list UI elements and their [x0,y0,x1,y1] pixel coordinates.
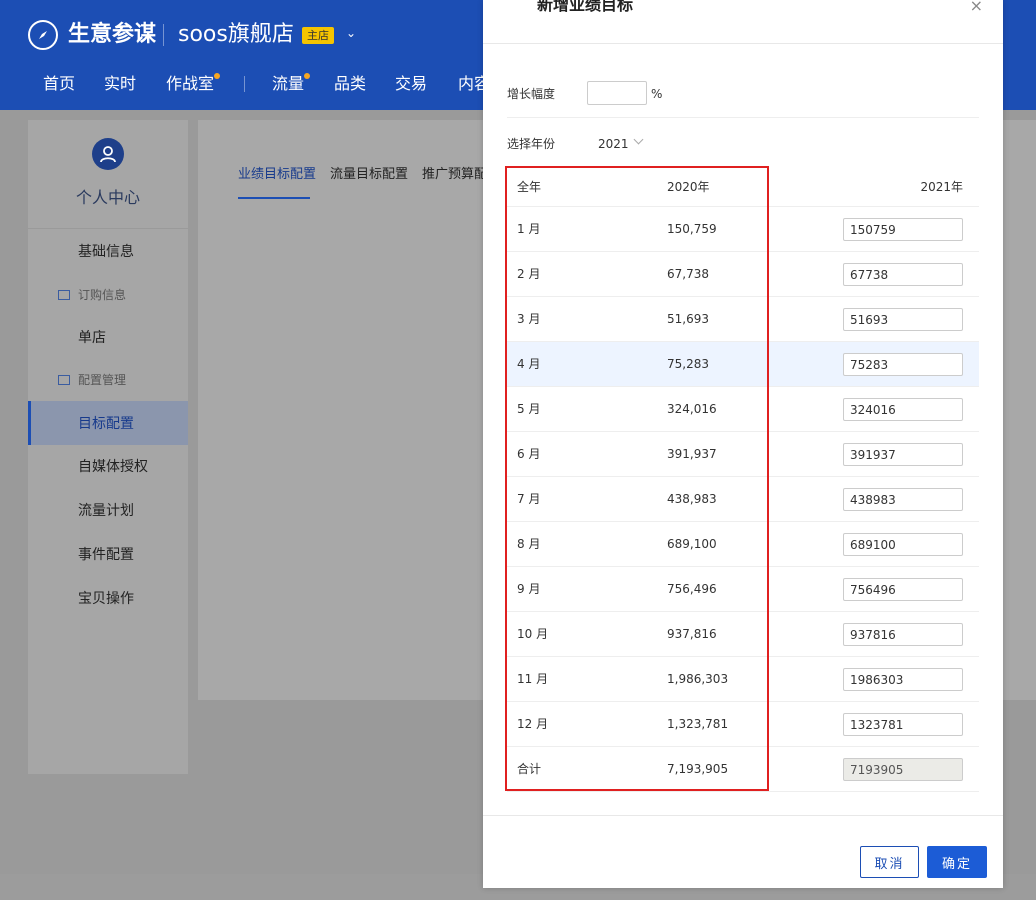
value-2021-input[interactable] [843,443,963,466]
notification-dot [214,73,220,79]
year-label: 选择年份 [507,137,556,151]
building-icon [58,290,70,300]
close-icon[interactable]: × [970,0,983,16]
nav-separator [244,76,245,92]
sidebar-item-traffic-plan[interactable]: 流量计划 [78,501,134,521]
value-2021-input[interactable] [843,713,963,736]
brand-name: 生意参谋 [68,22,157,47]
growth-rate-input[interactable] [587,81,647,105]
value-2021-input[interactable] [843,398,963,421]
sidebar-group-config[interactable]: 配置管理 [58,370,126,390]
sidebar-item-event-config[interactable]: 事件配置 [78,545,134,565]
value-2021-input[interactable] [843,263,963,286]
tab-traffic-target[interactable]: 流量目标配置 [330,166,408,184]
chevron-down-icon[interactable] [633,134,644,145]
value-2021-input[interactable] [843,533,963,556]
sidebar-divider [28,228,188,229]
highlight-box [505,166,769,791]
nav-category[interactable]: 品类 [334,72,366,96]
year-select[interactable]: 2021 [598,135,629,153]
store-name[interactable]: soos旗舰店 [178,20,294,50]
chevron-down-icon[interactable]: ⌄ [346,26,356,40]
modal-divider [483,43,1003,44]
notification-dot [304,73,310,79]
sidebar-item-target-config[interactable]: 目标配置 [28,401,188,445]
nav-realtime[interactable]: 实时 [104,72,136,96]
sidebar: 个人中心 基础信息 订购信息 单店 配置管理 目标配置 自媒体授权 流量计划 事… [28,120,188,774]
sidebar-item-basic-info[interactable]: 基础信息 [78,242,134,262]
nav-trade[interactable]: 交易 [395,72,427,96]
nav-home[interactable]: 首页 [43,72,75,96]
percent-unit: % [651,87,663,101]
store-badge: 主店 [302,27,334,44]
user-avatar-icon [92,138,124,170]
sidebar-group-subscription[interactable]: 订购信息 [58,285,126,305]
header-2021: 2021年 [920,180,963,194]
tab-promo-budget[interactable]: 推广预算配 [422,166,487,184]
value-2021-input[interactable] [843,623,963,646]
sidebar-item-media-auth[interactable]: 自媒体授权 [78,457,148,477]
nav-war-room[interactable]: 作战室 [166,72,214,96]
tab-performance-target[interactable]: 业绩目标配置 [238,166,316,184]
value-2021-input[interactable] [843,668,963,691]
cancel-button[interactable]: 取消 [860,846,919,878]
row-divider [507,117,979,118]
growth-label: 增长幅度 [507,87,556,101]
total-2021-input [843,758,963,781]
active-tab-underline [238,197,310,199]
brand-separator [163,24,164,46]
value-2021-input[interactable] [843,578,963,601]
nav-traffic[interactable]: 流量 [272,72,304,96]
sidebar-item-single-store[interactable]: 单店 [78,328,106,348]
confirm-button[interactable]: 确定 [927,846,987,878]
modal-title: 新增业绩目标 [537,0,634,14]
building-icon [58,375,70,385]
value-2021-input[interactable] [843,308,963,331]
sidebar-title: 个人中心 [75,188,140,207]
modal-footer-divider [483,815,1003,816]
compass-logo-icon [28,20,58,50]
value-2021-input[interactable] [843,353,963,376]
value-2021-input[interactable] [843,218,963,241]
new-target-modal: 新增业绩目标 × 增长幅度 % 选择年份 2021 全年 2020年 2021年… [483,0,1003,888]
value-2021-input[interactable] [843,488,963,511]
sidebar-item-item-ops[interactable]: 宝贝操作 [78,589,134,609]
